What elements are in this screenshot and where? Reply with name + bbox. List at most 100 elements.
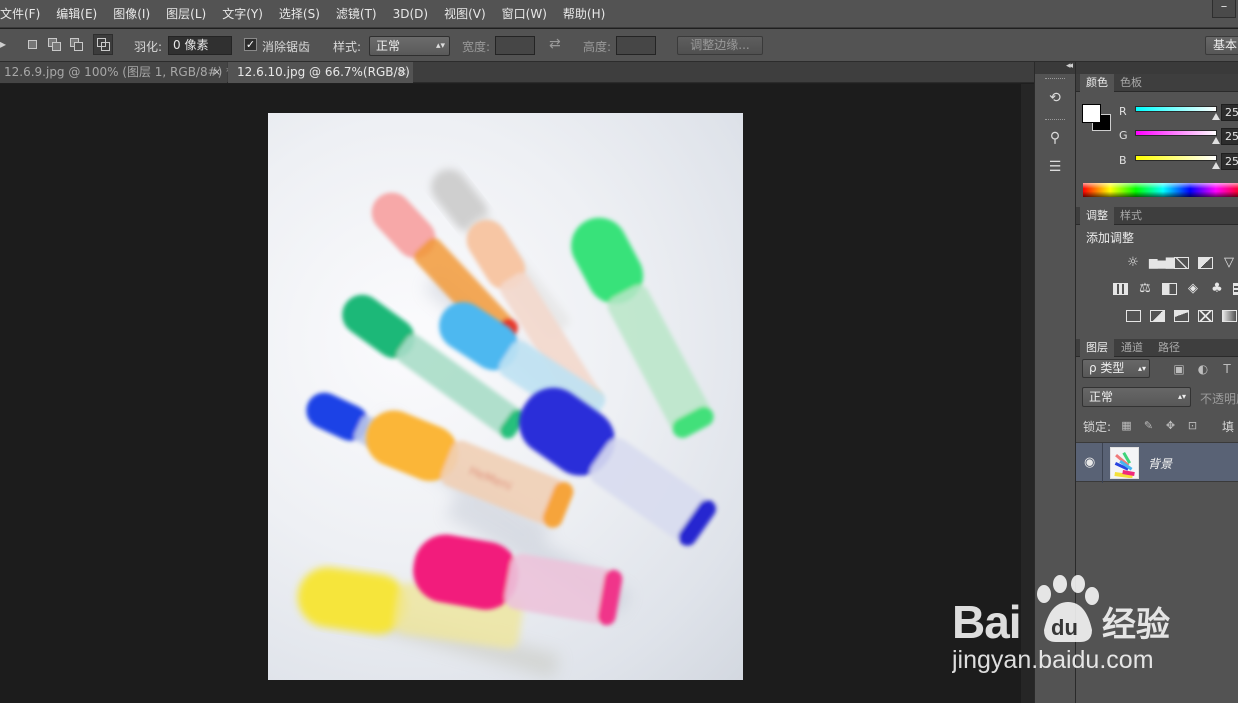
menu-select[interactable]: 选择(S) [271, 0, 328, 28]
tab-layers[interactable]: 图层 [1080, 339, 1114, 357]
workspace-button[interactable]: 基本 [1205, 36, 1238, 55]
tab-channels[interactable]: 通道 [1115, 339, 1149, 357]
new-selection-icon[interactable] [26, 38, 40, 52]
select-arrows-icon: ▴▾ [1177, 392, 1186, 401]
channel-r-thumb[interactable] [1212, 113, 1220, 120]
invert-icon[interactable] [1126, 310, 1141, 322]
refine-edge-button[interactable]: 调整边缘... [677, 36, 763, 55]
curves-icon[interactable] [1174, 257, 1189, 269]
swap-dimensions-icon[interactable]: ⇄ [549, 36, 561, 52]
minimize-button[interactable]: – [1212, 0, 1236, 18]
add-adjustment-heading: 添加调整 [1086, 231, 1135, 245]
dock-grip[interactable] [1045, 78, 1065, 81]
select-arrows-icon: ▴▾ [435, 41, 445, 51]
channel-g-thumb[interactable] [1212, 137, 1220, 144]
color-spectrum-bar[interactable] [1083, 183, 1238, 197]
lock-transparent-icon[interactable]: ▦ [1120, 419, 1133, 432]
history-icon[interactable]: ⟲ [1044, 88, 1066, 108]
tab-label: 12.6.9.jpg @ 100% (图层 1, RGB/8#) * [4, 65, 233, 79]
add-to-selection-icon[interactable] [48, 38, 62, 52]
menu-file[interactable]: 文件(F) [0, 0, 48, 28]
channel-b-value[interactable]: 25 [1221, 153, 1238, 170]
color-balance-icon[interactable]: ⚖ [1137, 282, 1153, 296]
tab-adjustments[interactable]: 调整 [1080, 207, 1114, 225]
adjustment-filter-icon[interactable]: ◐ [1196, 362, 1210, 376]
channel-b-slider[interactable] [1135, 155, 1217, 161]
layer-filter-select[interactable]: ρ 类型 ▴▾ [1082, 359, 1150, 378]
menu-image[interactable]: 图像(I) [105, 0, 158, 28]
exposure-icon[interactable] [1198, 257, 1213, 269]
layer-name[interactable]: 背景 [1148, 455, 1172, 472]
tab-document-1[interactable]: 12.6.9.jpg @ 100% (图层 1, RGB/8#) * × [0, 62, 232, 83]
close-icon[interactable]: × [399, 62, 407, 83]
posterize-icon[interactable] [1150, 310, 1165, 322]
menu-edit[interactable]: 编辑(E) [48, 0, 105, 28]
style-select[interactable]: 正常 ▴▾ [369, 36, 450, 56]
photo-filter-icon[interactable]: ◈ [1185, 282, 1201, 296]
layer-row[interactable]: ◉ 背景 [1076, 442, 1238, 483]
channel-b-thumb[interactable] [1212, 162, 1220, 169]
foreground-color-swatch[interactable] [1082, 104, 1101, 123]
close-icon[interactable]: × [213, 62, 221, 83]
dock-grip[interactable] [1045, 119, 1065, 122]
menu-filter[interactable]: 滤镜(T) [328, 0, 385, 28]
type-filter-icon[interactable]: T [1220, 362, 1234, 376]
menu-type[interactable]: 文字(Y) [214, 0, 271, 28]
tool-preset-arrow-icon[interactable]: ▸ [0, 37, 6, 51]
lock-image-icon[interactable]: ✎ [1142, 419, 1155, 432]
antialias-checkbox[interactable]: ✓ [244, 38, 257, 51]
selective-color-icon[interactable] [1198, 310, 1213, 322]
dock-header: ◂◂ [1035, 61, 1075, 74]
document-image[interactable]: HeMeni [268, 113, 743, 680]
brush-presets-icon[interactable]: ⚲ [1044, 128, 1066, 148]
style-label: 样式: [333, 40, 362, 54]
channel-r-value[interactable]: 25 [1221, 104, 1238, 121]
height-input[interactable] [616, 36, 656, 55]
feather-input[interactable]: 0 像素 [168, 36, 232, 55]
blend-mode-select[interactable]: 正常 ▴▾ [1082, 387, 1191, 407]
color-lookup-icon[interactable] [1233, 283, 1238, 295]
properties-icon[interactable]: ☰ [1044, 157, 1066, 177]
menu-window[interactable]: 窗口(W) [494, 0, 555, 28]
channel-g-label: G [1119, 129, 1128, 142]
svg-text:Bai: Bai [952, 596, 1021, 648]
hue-saturation-icon[interactable] [1113, 283, 1128, 295]
menu-layer[interactable]: 图层(L) [158, 0, 214, 28]
levels-icon[interactable]: ▆▅▇ [1149, 256, 1174, 270]
menu-3d[interactable]: 3D(D) [385, 0, 436, 28]
width-input[interactable] [495, 36, 535, 55]
intersect-selection-icon[interactable] [93, 34, 113, 55]
collapse-arrows-icon[interactable]: ◂◂ [1066, 61, 1073, 71]
color-panel-tabs: 颜色 色板 [1076, 74, 1238, 92]
black-white-icon[interactable] [1162, 283, 1177, 295]
menu-view[interactable]: 视图(V) [436, 0, 494, 28]
lock-label: 锁定: [1083, 420, 1112, 434]
pixel-filter-icon[interactable]: ▣ [1172, 362, 1186, 376]
photoshop-window: 文件(F) 编辑(E) 图像(I) 图层(L) 文字(Y) 选择(S) 滤镜(T… [0, 0, 1238, 703]
lock-all-icon[interactable]: ⊡ [1186, 419, 1199, 432]
channel-mixer-icon[interactable]: ♣ [1209, 282, 1225, 296]
tab-styles[interactable]: 样式 [1114, 207, 1148, 225]
threshold-icon[interactable] [1174, 310, 1189, 322]
options-bar: ▸ 羽化: 0 像素 ✓ 消除锯齿 样式: 正常 ▴▾ 宽度: ⇄ 高度: 调整边… [0, 29, 1238, 62]
lock-position-icon[interactable]: ✥ [1164, 419, 1177, 432]
vibrance-icon[interactable]: ▽ [1221, 256, 1237, 270]
blend-mode-value: 正常 [1089, 390, 1114, 404]
gradient-map-icon[interactable] [1222, 310, 1237, 322]
channel-g-value[interactable]: 25 [1221, 128, 1238, 145]
brightness-icon[interactable]: ☼ [1125, 256, 1141, 270]
svg-text:经验: 经验 [1102, 605, 1170, 645]
subtract-from-selection-icon[interactable] [70, 38, 84, 52]
tab-color[interactable]: 颜色 [1080, 74, 1114, 92]
menu-help[interactable]: 帮助(H) [555, 0, 613, 28]
tab-paths[interactable]: 路径 [1152, 339, 1186, 357]
eye-icon[interactable]: ◉ [1084, 455, 1095, 470]
layer-filter-value: ρ 类型 [1089, 361, 1125, 375]
channel-g-slider[interactable] [1135, 130, 1217, 136]
menu-bar: 文件(F) 编辑(E) 图像(I) 图层(L) 文字(Y) 选择(S) 滤镜(T… [0, 0, 1238, 28]
fill-label: 填 [1222, 420, 1235, 434]
layer-thumbnail-image [1114, 452, 1135, 478]
tab-document-2[interactable]: 12.6.10.jpg @ 66.7%(RGB/8) × [228, 62, 413, 83]
channel-r-slider[interactable] [1135, 106, 1217, 112]
tab-swatches[interactable]: 色板 [1114, 74, 1148, 92]
